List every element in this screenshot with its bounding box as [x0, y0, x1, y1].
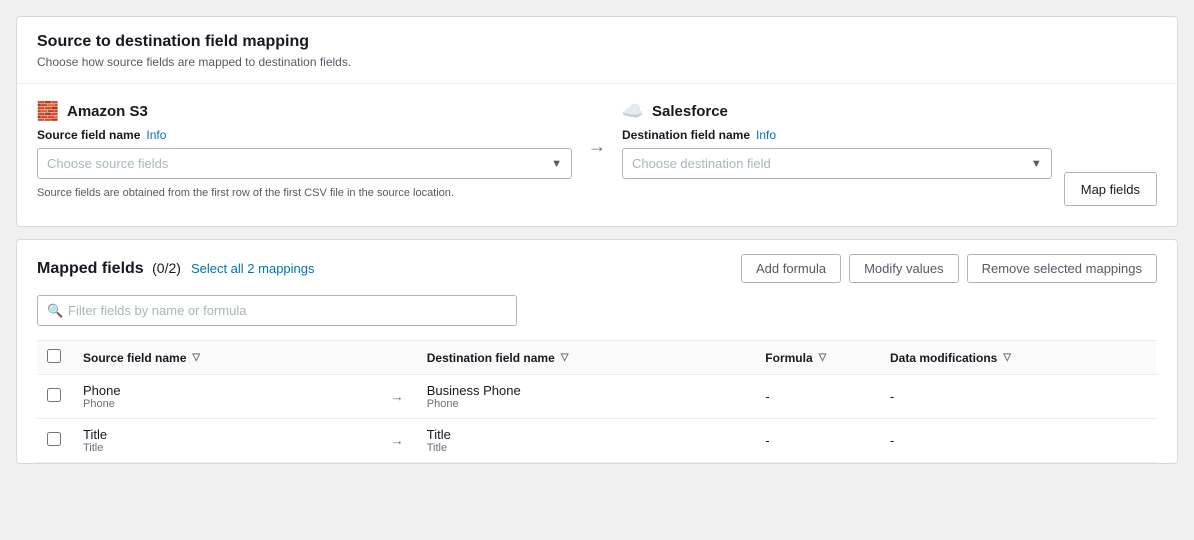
th-arrow-spacer — [381, 341, 417, 375]
source-dest-row: 🧱 Amazon S3 Source field name Info ▼ Cho… — [37, 100, 1157, 206]
th-dest: Destination field name ▽ — [417, 341, 756, 375]
source-sub-1: Title — [83, 442, 371, 454]
mapped-count: (0/2) — [152, 260, 181, 276]
row-data-mod-0: - — [880, 375, 1157, 419]
mapped-section: Mapped fields (0/2) Select all 2 mapping… — [17, 240, 1177, 463]
data-mod-sort-icon[interactable]: ▽ — [1003, 352, 1011, 363]
right-arrow-icon: → — [588, 136, 606, 157]
row-formula-1: - — [755, 419, 880, 463]
source-field-label: Source field name — [37, 128, 140, 142]
mapped-title: Mapped fields (0/2) — [37, 260, 181, 278]
row-source-1: Title Title — [73, 419, 381, 463]
source-field-label-row: Source field name Info — [37, 128, 572, 142]
row-arrow-0: → — [381, 375, 417, 419]
arrow-connector: → — [572, 136, 622, 157]
row-checkbox-0[interactable] — [47, 388, 61, 402]
row-formula-0: - — [755, 375, 880, 419]
salesforce-icon: ☁️ — [622, 100, 644, 122]
table-header: Source field name ▽ Destination field na… — [37, 341, 1157, 375]
add-formula-button[interactable]: Add formula — [741, 254, 841, 283]
source-service-header: 🧱 Amazon S3 — [37, 100, 572, 122]
dest-main-0: Business Phone — [427, 383, 746, 398]
th-formula: Formula ▽ — [755, 341, 880, 375]
select-all-checkbox[interactable] — [47, 349, 61, 363]
row-checkbox-cell — [37, 375, 73, 419]
source-main-0: Phone — [83, 383, 371, 398]
dest-select[interactable] — [622, 148, 1052, 179]
action-buttons: Add formula Modify values Remove selecte… — [741, 254, 1157, 283]
mapped-title-group: Mapped fields (0/2) Select all 2 mapping… — [37, 260, 315, 278]
dest-field-label: Destination field name — [622, 128, 750, 142]
source-info-link[interactable]: Info — [146, 128, 166, 142]
source-service-name: Amazon S3 — [67, 103, 148, 120]
dest-info-link[interactable]: Info — [756, 128, 776, 142]
search-icon: 🔍 — [47, 303, 63, 319]
dest-panel: ☁️ Salesforce Destination field name Inf… — [622, 100, 1157, 206]
dest-service-header: ☁️ Salesforce — [622, 100, 1157, 122]
dest-select-wrapper: ▼ Choose destination field — [622, 148, 1052, 179]
th-checkbox — [37, 341, 73, 375]
mappings-table: Source field name ▽ Destination field na… — [37, 340, 1157, 463]
mapped-title-text: Mapped fields — [37, 260, 144, 277]
mapped-header: Mapped fields (0/2) Select all 2 mapping… — [37, 254, 1157, 283]
source-main-1: Title — [83, 427, 371, 442]
search-input[interactable] — [37, 295, 517, 326]
dest-service-name: Salesforce — [652, 103, 728, 120]
dest-sub-1: Title — [427, 442, 746, 454]
row-source-0: Phone Phone — [73, 375, 381, 419]
source-select[interactable] — [37, 148, 572, 179]
amazon-s3-icon: 🧱 — [37, 100, 59, 122]
mapped-fields-card: Mapped fields (0/2) Select all 2 mapping… — [16, 239, 1178, 464]
th-formula-label: Formula — [765, 351, 812, 365]
row-dest-1: Title Title — [417, 419, 756, 463]
formula-sort-icon[interactable]: ▽ — [819, 352, 827, 363]
header-card: Source to destination field mapping Choo… — [16, 16, 1178, 227]
page-subtitle: Choose how source fields are mapped to d… — [37, 55, 1157, 69]
mapping-section: 🧱 Amazon S3 Source field name Info ▼ Cho… — [17, 84, 1177, 226]
dest-sort-icon[interactable]: ▽ — [561, 352, 569, 363]
remove-mappings-button[interactable]: Remove selected mappings — [967, 254, 1157, 283]
modify-values-button[interactable]: Modify values — [849, 254, 958, 283]
th-data-mod-label: Data modifications — [890, 351, 997, 365]
row-arrow-1: → — [381, 419, 417, 463]
page-title: Source to destination field mapping — [37, 33, 1157, 51]
dest-main-1: Title — [427, 427, 746, 442]
row-dest-0: Business Phone Phone — [417, 375, 756, 419]
search-wrapper: 🔍 — [37, 295, 517, 326]
th-dest-label: Destination field name — [427, 351, 555, 365]
th-source-label: Source field name — [83, 351, 186, 365]
source-panel: 🧱 Amazon S3 Source field name Info ▼ Cho… — [37, 100, 572, 202]
source-helper-text: Source fields are obtained from the firs… — [37, 185, 572, 202]
select-all-link[interactable]: Select all 2 mappings — [191, 261, 315, 276]
map-fields-button[interactable]: Map fields — [1064, 172, 1157, 206]
dest-field-label-row: Destination field name Info — [622, 128, 1157, 142]
page-wrapper: Source to destination field mapping Choo… — [0, 0, 1194, 540]
source-sub-0: Phone — [83, 398, 371, 410]
table-row: Title Title → Title Title - - — [37, 419, 1157, 463]
row-checkbox-cell — [37, 419, 73, 463]
card-header: Source to destination field mapping Choo… — [17, 17, 1177, 84]
dest-row-wrapper: ▼ Choose destination field Map fields — [622, 148, 1157, 206]
row-checkbox-1[interactable] — [47, 432, 61, 446]
th-data-mod: Data modifications ▽ — [880, 341, 1157, 375]
dest-sub-0: Phone — [427, 398, 746, 410]
row-data-mod-1: - — [880, 419, 1157, 463]
table-row: Phone Phone → Business Phone Phone - - — [37, 375, 1157, 419]
source-select-wrapper: ▼ Choose source fields — [37, 148, 572, 179]
table-body: Phone Phone → Business Phone Phone - - T… — [37, 375, 1157, 463]
source-sort-icon[interactable]: ▽ — [192, 352, 200, 363]
th-source: Source field name ▽ — [73, 341, 381, 375]
